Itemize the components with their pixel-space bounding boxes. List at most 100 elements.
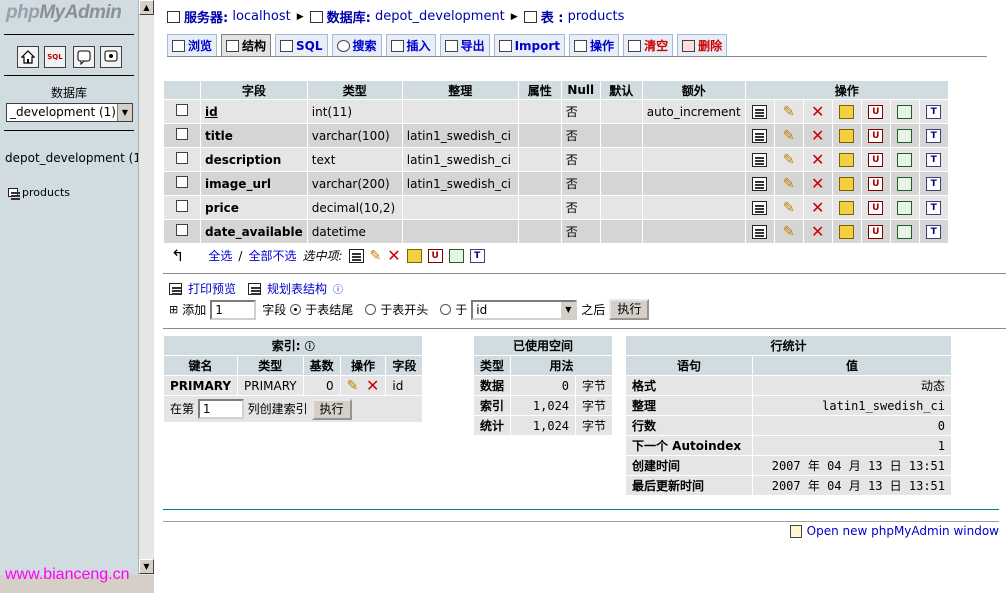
fulltext-icon[interactable]: T [926,176,942,191]
browse-distinct-icon[interactable] [752,200,768,215]
pencil-icon[interactable]: ✎ [783,225,795,239]
fulltext-icon[interactable]: T [926,200,942,215]
row-checkbox[interactable] [176,104,188,116]
fulltext-icon[interactable]: T [926,152,942,167]
unique-icon[interactable]: U [427,248,443,263]
tab-sql[interactable]: SQL [275,34,328,56]
delete-icon[interactable]: ✕ [811,127,824,143]
scroll-down-icon[interactable]: ▼ [139,559,154,574]
index-icon[interactable] [897,224,913,239]
browse-distinct-icon[interactable] [752,104,768,119]
check-all-link[interactable]: 全选 [208,247,232,264]
browse-distinct-icon[interactable] [752,176,768,191]
query-window-icon[interactable] [73,46,95,68]
browse-distinct-icon[interactable] [752,128,768,143]
radio-at-end[interactable] [290,304,302,315]
tab-drop[interactable]: 删除 [677,34,728,56]
tab-structure[interactable]: 结构 [221,34,272,56]
help-icon[interactable]: ⓘ [333,281,343,296]
radio-at-beginning[interactable] [365,304,377,315]
row-checkbox[interactable] [176,128,188,140]
pencil-icon[interactable]: ✎ [783,153,795,167]
new-window-link[interactable]: Open new phpMyAdmin window [789,524,999,538]
fulltext-icon[interactable]: T [469,248,485,263]
row-checkbox[interactable] [176,176,188,188]
chevron-down-icon[interactable]: ▼ [561,301,576,318]
index-icon[interactable] [897,152,913,167]
phpmyadmin-logo[interactable]: phpMyAdmin [6,2,138,24]
database-link[interactable]: depot_development (1) [5,151,146,165]
primary-key-icon[interactable] [839,152,855,167]
sql-icon[interactable]: SQL [44,46,66,68]
add-field-go-button[interactable]: 执行 [609,299,650,320]
delete-icon[interactable]: ✕ [811,103,824,119]
unique-icon[interactable]: U [868,224,884,239]
table-link-products[interactable]: products [8,186,70,199]
index-icon[interactable] [897,176,913,191]
primary-key-icon[interactable] [406,248,422,263]
unique-icon[interactable]: U [868,200,884,215]
tab-empty[interactable]: 清空 [623,34,674,56]
row-checkbox[interactable] [176,152,188,164]
pencil-icon[interactable]: ✎ [783,201,795,215]
breadcrumb-table-link[interactable]: products [568,9,625,24]
breadcrumb-server-link[interactable]: localhost [232,9,290,24]
help-icon[interactable]: ⓘ [305,342,315,353]
radio-after[interactable] [440,304,452,315]
add-field-count-input[interactable]: 1 [210,299,257,320]
fulltext-icon[interactable]: T [926,104,942,119]
delete-icon[interactable]: ✕ [366,377,379,393]
unique-cell: U [861,172,890,195]
index-icon[interactable] [897,128,913,143]
home-icon[interactable] [17,46,39,68]
row-checkbox[interactable] [176,200,188,212]
unique-icon[interactable]: U [868,128,884,143]
browse-distinct-icon[interactable] [752,152,768,167]
delete-icon[interactable]: ✕ [811,199,824,215]
tab-label: SQL [296,38,323,53]
unique-icon[interactable]: U [868,152,884,167]
pencil-icon[interactable]: ✎ [783,129,795,143]
tab-search[interactable]: 搜索 [331,34,382,56]
delete-icon[interactable]: ✕ [387,247,400,263]
tab-import[interactable]: Import [493,34,566,56]
tab-browse[interactable]: 浏览 [167,34,218,56]
index-icon[interactable] [448,248,464,263]
fulltext-icon[interactable]: T [926,128,942,143]
unique-icon[interactable]: U [868,104,884,119]
primary-key-icon[interactable] [839,176,855,191]
pencil-icon[interactable]: ✎ [347,379,359,393]
pencil-icon[interactable]: ✎ [783,105,795,119]
index-icon[interactable] [897,104,913,119]
browse-distinct-icon[interactable] [752,224,768,239]
primary-key-icon[interactable] [839,104,855,119]
relation-view-link[interactable]: 规划表结构 [267,280,327,297]
pencil-icon[interactable]: ✎ [783,177,795,191]
browse-selected-icon[interactable] [348,248,364,263]
uncheck-all-link[interactable]: 全部不选 [248,247,296,264]
create-index-count-input[interactable]: 1 [197,399,244,419]
tab-insert[interactable]: 插入 [385,34,436,56]
database-select[interactable]: _development (1) ▼ [6,103,133,122]
breadcrumb-db-link[interactable]: depot_development [375,9,505,24]
tab-operations[interactable]: 操作 [569,34,620,56]
fulltext-icon[interactable]: T [926,224,942,239]
tab-export[interactable]: 导出 [439,34,490,56]
index-icon[interactable] [897,200,913,215]
pencil-icon[interactable]: ✎ [370,249,382,263]
print-view-link[interactable]: 打印预览 [188,280,236,297]
sidebar-vertical-scrollbar[interactable]: ▲ ▼ [138,0,154,575]
docs-icon[interactable] [100,46,122,68]
unique-icon[interactable]: U [868,176,884,191]
primary-key-icon[interactable] [839,128,855,143]
delete-icon[interactable]: ✕ [811,151,824,167]
after-field-select[interactable]: id ▼ [471,299,578,320]
create-index-go-button[interactable]: 执行 [311,398,352,420]
row-checkbox[interactable] [176,224,188,236]
delete-icon[interactable]: ✕ [811,223,824,239]
primary-key-icon[interactable] [839,200,855,215]
chevron-down-icon[interactable]: ▼ [117,104,132,121]
delete-icon[interactable]: ✕ [811,175,824,191]
scroll-up-icon[interactable]: ▲ [139,0,154,15]
primary-key-icon[interactable] [839,224,855,239]
